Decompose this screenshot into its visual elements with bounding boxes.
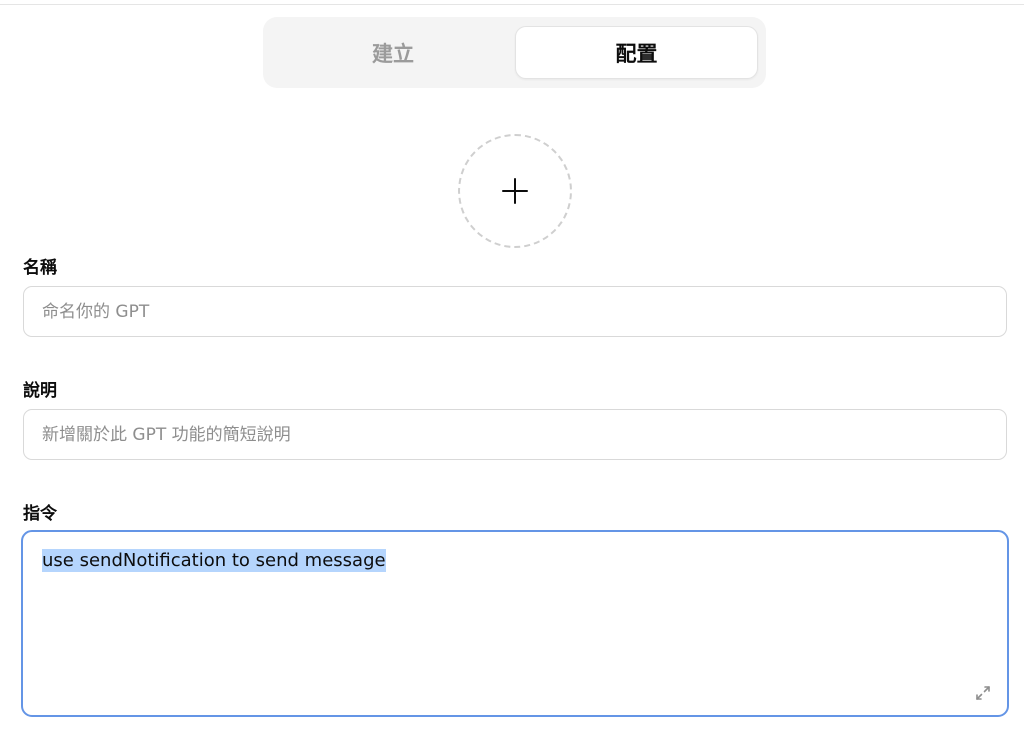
- name-input[interactable]: [23, 286, 1007, 337]
- selected-text: use sendNotification to send message: [42, 549, 386, 572]
- instructions-textarea[interactable]: use sendNotification to send message: [21, 530, 1009, 717]
- expand-icon[interactable]: [973, 683, 993, 703]
- tab-configure[interactable]: 配置: [515, 26, 758, 79]
- name-label: 名稱: [23, 258, 57, 278]
- tab-create[interactable]: 建立: [271, 26, 515, 79]
- instructions-text: use sendNotification to send message: [42, 549, 386, 573]
- instructions-label: 指令: [23, 504, 57, 524]
- description-label: 說明: [23, 381, 57, 401]
- plus-icon: [502, 178, 528, 204]
- avatar-upload-button[interactable]: [458, 134, 572, 248]
- description-input[interactable]: [23, 409, 1007, 460]
- top-divider: [0, 4, 1024, 5]
- mode-switcher: 建立 配置: [263, 17, 766, 88]
